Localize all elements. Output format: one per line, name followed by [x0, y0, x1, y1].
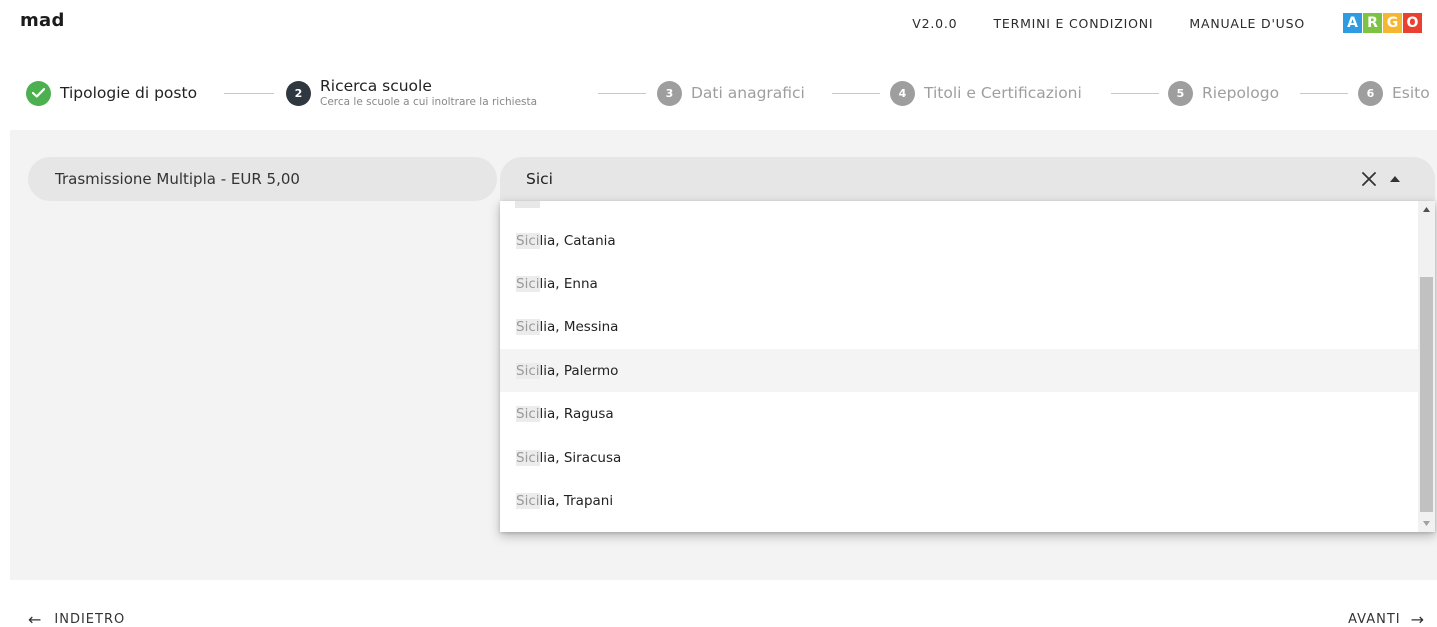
step-tipologie[interactable]: Tipologie di posto: [26, 74, 197, 112]
step-number-icon: 4: [890, 80, 915, 106]
step-label: Dati anagrafici: [691, 84, 805, 102]
step-label: Ricerca scuole: [320, 77, 432, 95]
caret-up-icon[interactable]: [1385, 167, 1405, 191]
step-label: Titoli e Certificazioni: [924, 84, 1082, 102]
partial-list-item: [515, 201, 540, 208]
step-number-icon: 2: [286, 80, 311, 106]
scroll-up-icon[interactable]: [1418, 201, 1435, 218]
list-item[interactable]: Sici lia, Catania: [500, 219, 1418, 262]
list-item[interactable]: Sici lia, Messina: [500, 305, 1418, 348]
terms-link[interactable]: TERMINI E CONDIZIONI: [993, 16, 1153, 31]
scroll-down-icon[interactable]: [1418, 515, 1435, 532]
step-dati-anagrafici[interactable]: 3 Dati anagrafici: [657, 74, 805, 112]
step-connector: [224, 93, 274, 94]
stepper: Tipologie di posto 2 Ricerca scuole Cerc…: [26, 74, 1436, 114]
step-connector: [1111, 93, 1159, 94]
back-button[interactable]: ← INDIETRO: [28, 610, 125, 627]
step-sublabel: Cerca le scuole a cui inoltrare la richi…: [320, 95, 538, 108]
step-esito[interactable]: 6 Esito: [1358, 74, 1430, 112]
argo-logo[interactable]: A R G O: [1343, 13, 1423, 33]
step-connector: [832, 93, 880, 94]
step-connector: [598, 93, 646, 94]
dropdown-scrollbar[interactable]: [1418, 201, 1435, 532]
clear-icon[interactable]: [1357, 167, 1381, 191]
arrow-left-icon: ←: [28, 610, 43, 627]
scrollbar-thumb[interactable]: [1420, 277, 1433, 512]
step-label: Riepologo: [1202, 84, 1280, 102]
next-button[interactable]: AVANTI →: [1348, 610, 1425, 627]
check-icon: [26, 80, 51, 106]
top-bar: mad V2.0.0 TERMINI E CONDIZIONI MANUALE …: [0, 0, 1437, 50]
step-label: Tipologie di posto: [60, 84, 198, 102]
list-item[interactable]: Sici lia, Ragusa: [500, 392, 1418, 435]
list-item[interactable]: Sici lia, Palermo: [500, 349, 1418, 392]
app-title: mad: [20, 10, 65, 31]
school-search-input[interactable]: [526, 166, 1306, 192]
next-label: AVANTI: [1348, 612, 1401, 627]
list-item[interactable]: Sici lia, Siracusa: [500, 436, 1418, 479]
top-links: V2.0.0 TERMINI E CONDIZIONI MANUALE D'US…: [912, 0, 1423, 46]
step-ricerca-scuole[interactable]: 2 Ricerca scuole Cerca le scuole a cui i…: [286, 74, 537, 112]
school-search-combobox[interactable]: [500, 157, 1435, 201]
manual-link[interactable]: MANUALE D'USO: [1189, 16, 1305, 31]
step-number-icon: 6: [1358, 80, 1383, 106]
step-number-icon: 3: [657, 80, 682, 106]
argo-logo-letter-g: G: [1383, 13, 1402, 33]
arrow-right-icon: →: [1410, 610, 1425, 627]
argo-logo-letter-o: O: [1403, 13, 1422, 33]
list-item[interactable]: Sici lia, Enna: [500, 262, 1418, 305]
step-riepologo[interactable]: 5 Riepologo: [1168, 74, 1279, 112]
version-label: V2.0.0: [912, 15, 958, 31]
argo-logo-letter-r: R: [1363, 13, 1382, 33]
school-search-dropdown: Sici lia, Catania Sici lia, Enna Sici lia, …: [500, 201, 1435, 532]
service-type-chip[interactable]: Trasmissione Multipla - EUR 5,00: [28, 157, 497, 201]
list-item[interactable]: Sici lia, Trapani: [500, 479, 1418, 522]
step-number-icon: 5: [1168, 80, 1193, 106]
step-label: Esito: [1392, 84, 1430, 102]
back-label: INDIETRO: [54, 612, 126, 627]
step-connector: [1300, 93, 1348, 94]
argo-logo-letter-a: A: [1343, 13, 1362, 33]
step-titoli-certificazioni[interactable]: 4 Titoli e Certificazioni: [890, 74, 1082, 112]
